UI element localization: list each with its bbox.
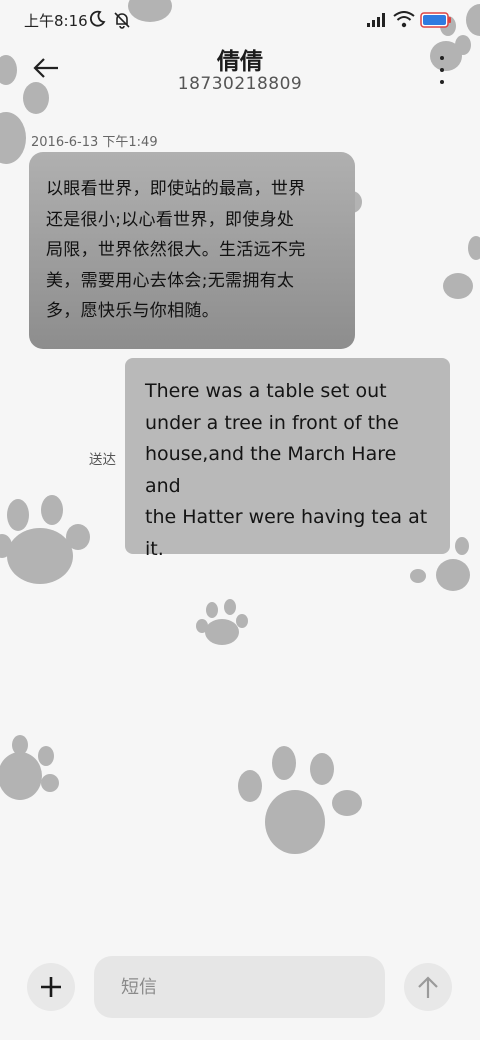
incoming-message-bubble[interactable]: 以眼看世界，即使站的最高，世界 还是很小;以心看世界，即使身处 局限，世界依然很… [29,152,355,349]
conversation-header: 倩倩 18730218809 [0,40,480,100]
message-line: 局限，世界依然很大。生活远不完 [46,240,306,260]
message-line: 多，愿快乐与你相随。 [46,301,219,321]
plus-icon [41,977,61,997]
sms-input[interactable] [94,956,385,1018]
send-button[interactable] [404,963,452,1011]
message-line: house,and the March Hare and [145,443,397,497]
more-options-button[interactable] [436,56,448,84]
moon-icon [88,10,106,32]
message-line: it. [145,537,164,560]
status-time: 上午8:16 [24,12,88,30]
arrow-up-icon [418,976,438,998]
contact-number: 18730218809 [177,74,303,94]
message-line: the Hatter were having tea at [145,506,428,528]
message-line: under a tree in front of the [145,411,399,434]
message-composer [0,950,480,1030]
add-attachment-button[interactable] [27,963,75,1011]
outgoing-message-bubble[interactable]: There was a table set out under a tree i… [125,358,450,560]
message-line: 美，需要用心去体会;无需拥有太 [46,270,295,291]
message-line: There was a table set out [145,380,387,402]
message-timestamp: 2016-6-13 下午1:49 [31,135,158,150]
signal-icon [366,12,388,32]
battery-icon [420,12,452,32]
message-line: 以眼看世界，即使站的最高，世界 [46,179,306,199]
wifi-icon [393,11,415,32]
contact-name: 倩倩 [217,49,263,75]
mute-icon [112,10,132,34]
delivery-status: 送达 [89,452,116,468]
more-vertical-icon [440,56,444,60]
status-bar: 上午8:16 [0,0,480,40]
message-line: 还是很小;以心看世界，即使身处 [46,209,295,230]
